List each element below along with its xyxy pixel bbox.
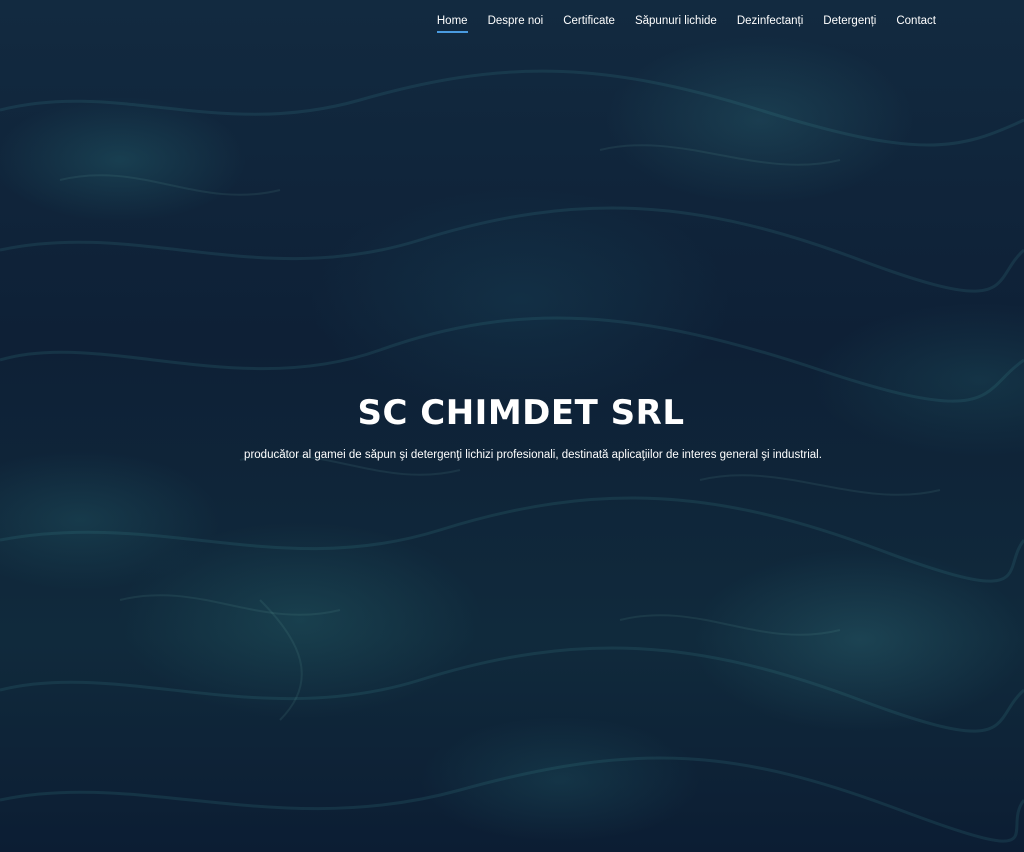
hero-subtitle: producător al gamei de săpun şi detergen… bbox=[244, 449, 822, 461]
nav-item-home[interactable]: Home bbox=[436, 14, 468, 33]
nav-item-detergenti[interactable]: Detergenți bbox=[823, 14, 876, 33]
hero-section: Home Despre noi Certificate Săpunuri lic… bbox=[0, 0, 1024, 852]
page-title: SC CHIMDET SRL bbox=[357, 393, 685, 433]
nav-item-dezinfectanti[interactable]: Dezinfectanți bbox=[737, 14, 803, 33]
nav-item-despre-noi[interactable]: Despre noi bbox=[488, 14, 544, 33]
hero-content: SC CHIMDET SRL producător al gamei de să… bbox=[0, 390, 1024, 463]
nav-item-sapunuri-lichide[interactable]: Săpunuri lichide bbox=[635, 14, 717, 33]
nav-item-contact[interactable]: Contact bbox=[896, 14, 936, 33]
nav-item-certificate[interactable]: Certificate bbox=[563, 14, 615, 33]
main-navigation: Home Despre noi Certificate Săpunuri lic… bbox=[436, 14, 936, 33]
